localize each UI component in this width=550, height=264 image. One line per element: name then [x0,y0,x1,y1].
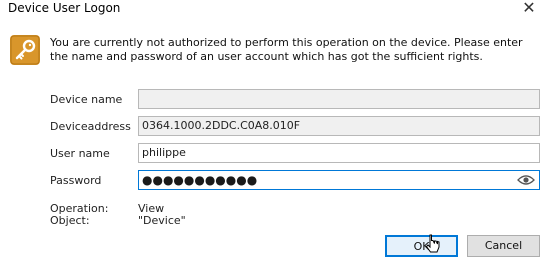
user-name-input[interactable]: philippe [138,143,540,163]
object-value: "Device" [138,214,186,227]
mouse-cursor-icon [425,234,440,253]
window-title: Device User Logon [8,1,121,15]
authorization-message: You are currently not authorized to perf… [50,36,523,63]
close-button[interactable]: ✕ [518,0,540,18]
object-label: Object: [50,214,90,227]
device-address-label: Deviceaddress [50,120,131,133]
password-input[interactable]: ●●●●●●●●●●● [138,170,540,190]
ok-button[interactable]: OK [385,235,458,257]
key-icon [10,35,40,65]
cancel-button[interactable]: Cancel [467,235,540,257]
user-name-label: User name [50,147,110,160]
device-address-field: 0364.1000.2DDC.C0A8.010F [138,116,540,136]
password-mask: ●●●●●●●●●●● [142,173,258,187]
title-bar: Device User Logon ✕ [0,0,550,20]
password-label: Password [50,174,102,187]
device-name-field [138,89,540,109]
device-name-label: Device name [50,93,123,106]
show-password-eye-icon[interactable] [517,174,535,186]
